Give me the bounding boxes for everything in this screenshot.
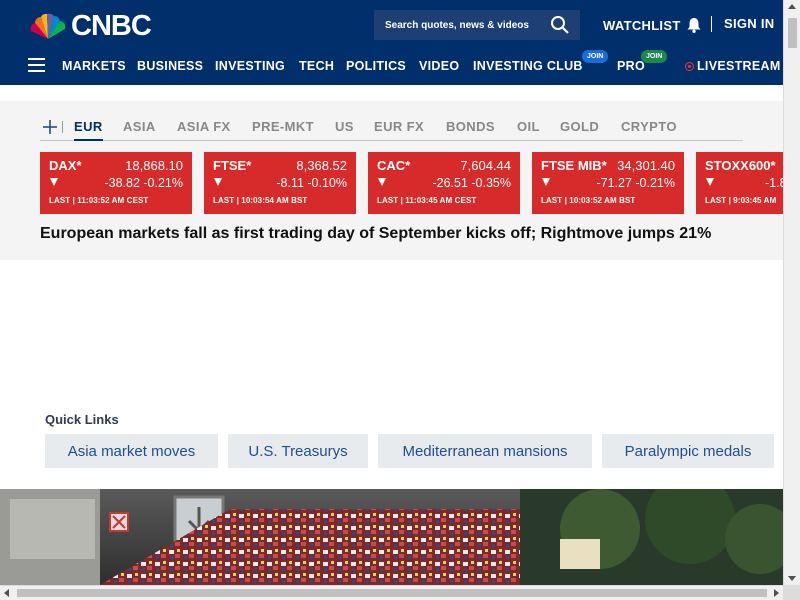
- watchlist-label: WATCHLIST: [603, 17, 681, 33]
- tab-eur-fx[interactable]: EUR FX: [374, 119, 424, 134]
- tab-asia-fx[interactable]: ASIA FX: [177, 119, 231, 134]
- quote-price: 8,368.52: [296, 158, 347, 173]
- logo-text: CNBC: [71, 10, 152, 42]
- quote-change: -26.51 -0.35%: [432, 176, 511, 190]
- quote-card-dax[interactable]: DAX* 18,868.10 -38.82 -0.21% LAST | 11:0…: [40, 152, 192, 214]
- hamburger-menu-icon[interactable]: [28, 58, 45, 72]
- add-plus-icon[interactable]: [42, 119, 58, 135]
- quote-symbol: FTSE MIB*: [541, 158, 607, 173]
- nav-pro[interactable]: PRO: [617, 59, 645, 73]
- quote-change: -71.27 -0.21%: [596, 176, 675, 190]
- quick-link-mediterranean-mansions[interactable]: Mediterranean mansions: [378, 434, 592, 468]
- quote-time: LAST | 11:03:52 AM CEST: [49, 196, 149, 205]
- nav-markets[interactable]: MARKETS: [62, 59, 126, 73]
- protest-photo-image: [0, 489, 783, 585]
- tab-gold[interactable]: GOLD: [560, 119, 599, 134]
- vertical-scroll-thumb[interactable]: [788, 18, 797, 48]
- nav-politics[interactable]: POLITICS: [346, 59, 406, 73]
- down-arrow-icon: [50, 178, 58, 186]
- tab-crypto[interactable]: CRYPTO: [621, 119, 677, 134]
- quote-symbol: STOXX600*: [705, 158, 776, 173]
- quote-card-stoxx600[interactable]: STOXX600* -1.8 LAST | 9:03:45 AM: [696, 152, 783, 214]
- scroll-up-arrow-icon[interactable]: [788, 4, 796, 9]
- quote-price: 34,301.40: [617, 158, 675, 173]
- vertical-scrollbar[interactable]: [783, 0, 800, 585]
- down-arrow-icon: [378, 178, 386, 186]
- search-icon[interactable]: [550, 15, 570, 35]
- quote-change: -38.82 -0.21%: [104, 176, 183, 190]
- quote-price: 7,604.44: [460, 158, 511, 173]
- quote-card-ftse[interactable]: FTSE* 8,368.52 -8.11 -0.10% LAST | 10:03…: [204, 152, 356, 214]
- livestream-label: LIVESTREAM: [697, 59, 781, 73]
- market-headline-link[interactable]: European markets fall as first trading d…: [40, 225, 711, 243]
- tab-asia[interactable]: ASIA: [123, 119, 156, 134]
- quick-link-us-treasurys[interactable]: U.S. Treasurys: [228, 434, 368, 468]
- search-placeholder: Search quotes, news & videos: [385, 19, 529, 31]
- live-dot-icon: [685, 62, 694, 71]
- pro-join-badge[interactable]: JOIN: [641, 50, 668, 63]
- quick-link-asia-market-moves[interactable]: Asia market moves: [45, 434, 218, 468]
- investing-club-join-badge[interactable]: JOIN: [582, 50, 609, 63]
- quote-time: LAST | 10:03:52 AM BST: [541, 196, 636, 205]
- nav-livestream[interactable]: LIVESTREAM: [685, 59, 781, 73]
- down-arrow-icon: [542, 178, 550, 186]
- cnbc-logo[interactable]: CNBC: [27, 10, 152, 43]
- nav-tech[interactable]: TECH: [299, 59, 334, 73]
- sign-in-button[interactable]: SIGN IN: [724, 16, 775, 31]
- quick-links-title: Quick Links: [45, 412, 119, 427]
- nav-investing[interactable]: INVESTING: [215, 59, 285, 73]
- peacock-logo-icon: [30, 13, 66, 39]
- scroll-right-arrow-icon[interactable]: [774, 589, 779, 597]
- down-arrow-icon: [214, 178, 222, 186]
- tab-pre-mkt[interactable]: PRE-MKT: [252, 119, 314, 134]
- nav-business[interactable]: BUSINESS: [137, 59, 203, 73]
- page: CNBC Search quotes, news & videos WATCHL…: [0, 0, 800, 600]
- quote-symbol: DAX*: [49, 158, 82, 173]
- quote-change: -8.11 -0.10%: [276, 176, 347, 190]
- tab-separator: [62, 121, 63, 133]
- quote-change: -1.8: [765, 176, 783, 190]
- bell-icon: [687, 18, 701, 33]
- quote-symbol: CAC*: [377, 158, 411, 173]
- quick-link-paralympic-medals[interactable]: Paralympic medals: [602, 434, 774, 468]
- horizontal-scrollbar[interactable]: [0, 585, 783, 600]
- market-banner: EUR ASIA ASIA FX PRE-MKT US EUR FX BONDS…: [0, 101, 783, 260]
- horizontal-scroll-thumb[interactable]: [17, 589, 767, 597]
- scrollbar-corner: [783, 585, 800, 600]
- quote-price: 18,868.10: [125, 158, 183, 173]
- search-input[interactable]: Search quotes, news & videos: [374, 10, 580, 40]
- site-header: CNBC Search quotes, news & videos WATCHL…: [0, 0, 783, 85]
- quote-symbol: FTSE*: [213, 158, 252, 173]
- tab-us[interactable]: US: [335, 119, 354, 134]
- nav-investing-club[interactable]: INVESTING CLUB: [473, 59, 583, 73]
- tab-eur[interactable]: EUR: [74, 119, 103, 141]
- quote-time: LAST | 10:03:54 AM BST: [213, 196, 308, 205]
- nav-video[interactable]: VIDEO: [419, 59, 459, 73]
- main-nav: MARKETS BUSINESS INVESTING TECH POLITICS…: [0, 50, 783, 82]
- quote-card-cac[interactable]: CAC* 7,604.44 -26.51 -0.35% LAST | 11:03…: [368, 152, 520, 214]
- tab-bonds[interactable]: BONDS: [446, 119, 495, 134]
- header-divider: [711, 16, 712, 32]
- quote-time: LAST | 11:03:45 AM CEST: [377, 196, 477, 205]
- scroll-left-arrow-icon[interactable]: [4, 589, 9, 597]
- news-photo-protest-crowd[interactable]: [0, 489, 783, 585]
- scroll-down-arrow-icon[interactable]: [788, 576, 796, 581]
- market-tabs: EUR ASIA ASIA FX PRE-MKT US EUR FX BONDS…: [40, 117, 743, 141]
- watchlist-button[interactable]: WATCHLIST: [603, 16, 703, 34]
- quote-card-ftse-mib[interactable]: FTSE MIB* 34,301.40 -71.27 -0.21% LAST |…: [532, 152, 684, 214]
- quote-time: LAST | 9:03:45 AM: [705, 196, 777, 205]
- tab-oil[interactable]: OIL: [517, 119, 540, 134]
- down-arrow-icon: [706, 178, 714, 186]
